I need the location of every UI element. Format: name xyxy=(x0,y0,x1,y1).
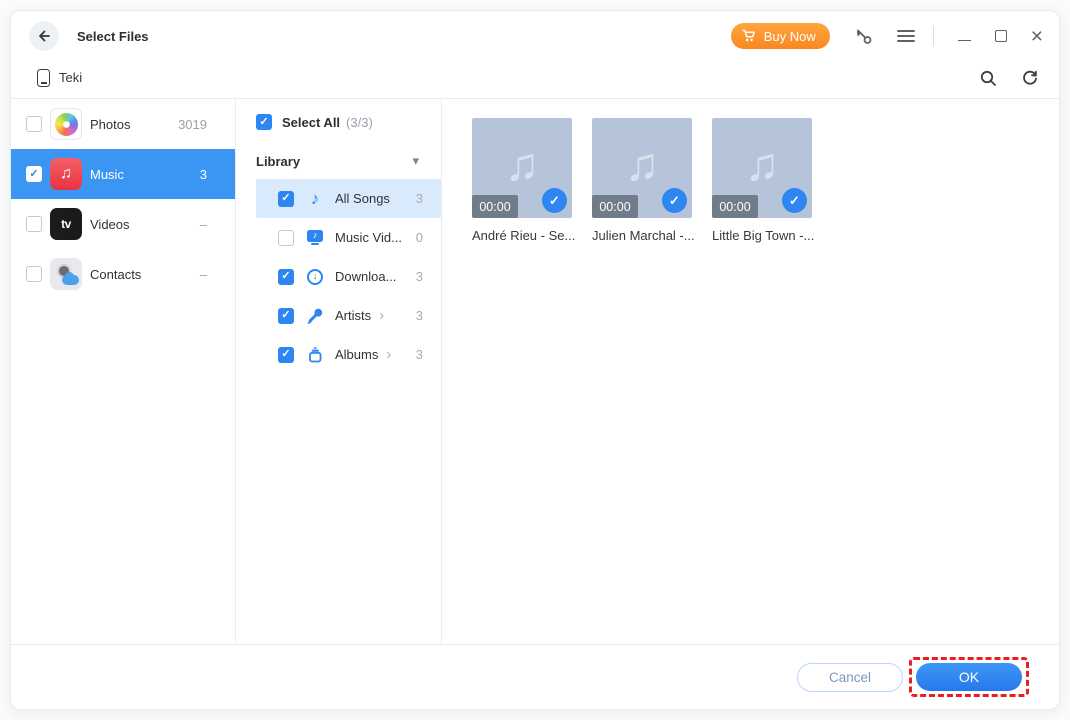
page-title: Select Files xyxy=(77,29,149,44)
sidebar-item-label: Photos xyxy=(90,117,178,132)
microphone-icon xyxy=(305,306,325,326)
duration-badge: 00:00 xyxy=(472,195,518,218)
download-circle-icon: ↓ xyxy=(305,267,325,287)
category-panel: ✓ Select All (3/3) Library ▾ ✓ ♪ All Son… xyxy=(236,99,442,644)
category-item-downloaded[interactable]: ✓ ↓ Downloa... 3 xyxy=(256,257,441,296)
sidebar-item-music[interactable]: ✓ ♫ Music 3 xyxy=(11,149,235,199)
sidebar: ✓ Photos 3019 ✓ ♫ Music 3 ✓ tv Videos – … xyxy=(11,99,236,644)
device-name: Teki xyxy=(59,70,82,85)
sidebar-item-contacts[interactable]: ✓ Contacts – xyxy=(11,249,235,299)
albums-checkbox[interactable]: ✓ xyxy=(278,347,294,363)
register-key-icon[interactable] xyxy=(854,27,873,46)
contacts-app-icon xyxy=(50,258,82,290)
ok-button[interactable]: OK xyxy=(916,663,1022,691)
category-item-all-songs[interactable]: ✓ ♪ All Songs 3 xyxy=(256,179,441,218)
category-item-music-videos[interactable]: ✓ ♪ Music Vid... 0 xyxy=(256,218,441,257)
category-item-label: All Songs xyxy=(335,191,390,206)
contacts-checkbox[interactable]: ✓ xyxy=(26,266,42,282)
title-bar: Select Files Buy Now × xyxy=(11,11,1059,57)
sidebar-item-videos[interactable]: ✓ tv Videos – xyxy=(11,199,235,249)
sidebar-item-count: – xyxy=(200,217,207,232)
chevron-right-icon[interactable]: › xyxy=(386,347,391,362)
refresh-icon[interactable] xyxy=(1021,69,1039,87)
annotation-highlight-box: OK xyxy=(909,657,1029,697)
titlebar-divider xyxy=(933,26,934,46)
music-note-icon: ♪ xyxy=(305,189,325,209)
file-grid: ♫ 00:00 ✓ André Rieu - Se... ♫ 00:00 ✓ J… xyxy=(442,99,1059,644)
back-arrow-icon xyxy=(36,28,52,44)
song-card[interactable]: ♫ 00:00 ✓ André Rieu - Se... xyxy=(472,118,572,243)
category-item-artists[interactable]: ✓ Artists › 3 xyxy=(256,296,441,335)
sidebar-item-label: Contacts xyxy=(90,267,200,282)
music-app-icon: ♫ xyxy=(50,158,82,190)
song-title: André Rieu - Se... xyxy=(472,228,572,243)
category-item-label: Artists xyxy=(335,308,371,323)
sidebar-item-photos[interactable]: ✓ Photos 3019 xyxy=(11,99,235,149)
category-item-label: Music Vid... xyxy=(335,230,402,245)
library-group-header[interactable]: Library ▾ xyxy=(236,151,441,171)
select-all-progress: (3/3) xyxy=(346,115,373,130)
sidebar-item-label: Music xyxy=(90,167,200,182)
close-button[interactable]: × xyxy=(1031,26,1043,47)
app-window: Select Files Buy Now × Teki xyxy=(10,10,1060,710)
photos-checkbox[interactable]: ✓ xyxy=(26,116,42,132)
music-checkbox[interactable]: ✓ xyxy=(26,166,42,182)
videos-checkbox[interactable]: ✓ xyxy=(26,216,42,232)
device-bar: Teki xyxy=(11,57,1059,98)
phone-icon xyxy=(37,69,50,87)
music-videos-checkbox[interactable]: ✓ xyxy=(278,230,294,246)
song-card[interactable]: ♫ 00:00 ✓ Julien Marchal -... xyxy=(592,118,692,243)
cart-icon xyxy=(742,29,757,43)
select-all-row[interactable]: ✓ Select All (3/3) xyxy=(236,112,441,132)
selected-check-icon[interactable]: ✓ xyxy=(542,188,567,213)
main-body: ✓ Photos 3019 ✓ ♫ Music 3 ✓ tv Videos – … xyxy=(11,99,1059,644)
category-item-label: Downloa... xyxy=(335,269,396,284)
library-group-label: Library xyxy=(256,154,412,169)
back-button[interactable] xyxy=(29,21,59,51)
song-title: Julien Marchal -... xyxy=(592,228,692,243)
chevron-down-icon[interactable]: ▾ xyxy=(412,153,419,169)
song-thumbnail[interactable]: ♫ 00:00 ✓ xyxy=(592,118,692,218)
song-title: Little Big Town -... xyxy=(712,228,812,243)
music-video-icon: ♪ xyxy=(305,228,325,248)
buy-now-button[interactable]: Buy Now xyxy=(731,23,830,49)
search-icon[interactable] xyxy=(979,69,997,87)
category-item-label: Albums xyxy=(335,347,378,362)
category-item-count: 3 xyxy=(416,347,423,362)
song-card[interactable]: ♫ 00:00 ✓ Little Big Town -... xyxy=(712,118,812,243)
downloaded-checkbox[interactable]: ✓ xyxy=(278,269,294,285)
sidebar-item-count: – xyxy=(200,267,207,282)
select-all-checkbox[interactable]: ✓ xyxy=(256,114,272,130)
footer: Cancel OK xyxy=(11,644,1059,709)
sidebar-item-count: 3 xyxy=(200,167,207,182)
sidebar-item-label: Videos xyxy=(90,217,200,232)
duration-badge: 00:00 xyxy=(592,195,638,218)
category-item-count: 0 xyxy=(416,230,423,245)
maximize-button[interactable] xyxy=(995,30,1007,42)
song-thumbnail[interactable]: ♫ 00:00 ✓ xyxy=(472,118,572,218)
duration-badge: 00:00 xyxy=(712,195,758,218)
select-all-label: Select All xyxy=(282,115,340,130)
category-item-count: 3 xyxy=(416,269,423,284)
album-icon xyxy=(305,345,325,365)
category-item-count: 3 xyxy=(416,308,423,323)
header: Select Files Buy Now × Teki xyxy=(11,11,1059,99)
sidebar-item-count: 3019 xyxy=(178,117,207,132)
artists-checkbox[interactable]: ✓ xyxy=(278,308,294,324)
selected-check-icon[interactable]: ✓ xyxy=(662,188,687,213)
cancel-button[interactable]: Cancel xyxy=(797,663,903,692)
selected-check-icon[interactable]: ✓ xyxy=(782,188,807,213)
videos-app-icon: tv xyxy=(50,208,82,240)
category-list: ✓ ♪ All Songs 3 ✓ ♪ Music Vid... 0 ✓ xyxy=(236,179,441,374)
photos-app-icon xyxy=(50,108,82,140)
category-item-albums[interactable]: ✓ Albums › 3 xyxy=(256,335,441,374)
minimize-button[interactable] xyxy=(958,31,971,41)
category-item-count: 3 xyxy=(416,191,423,206)
song-thumbnail[interactable]: ♫ 00:00 ✓ xyxy=(712,118,812,218)
chevron-right-icon[interactable]: › xyxy=(379,308,384,323)
buy-now-label: Buy Now xyxy=(764,29,816,44)
all-songs-checkbox[interactable]: ✓ xyxy=(278,191,294,207)
menu-icon[interactable] xyxy=(897,30,915,43)
